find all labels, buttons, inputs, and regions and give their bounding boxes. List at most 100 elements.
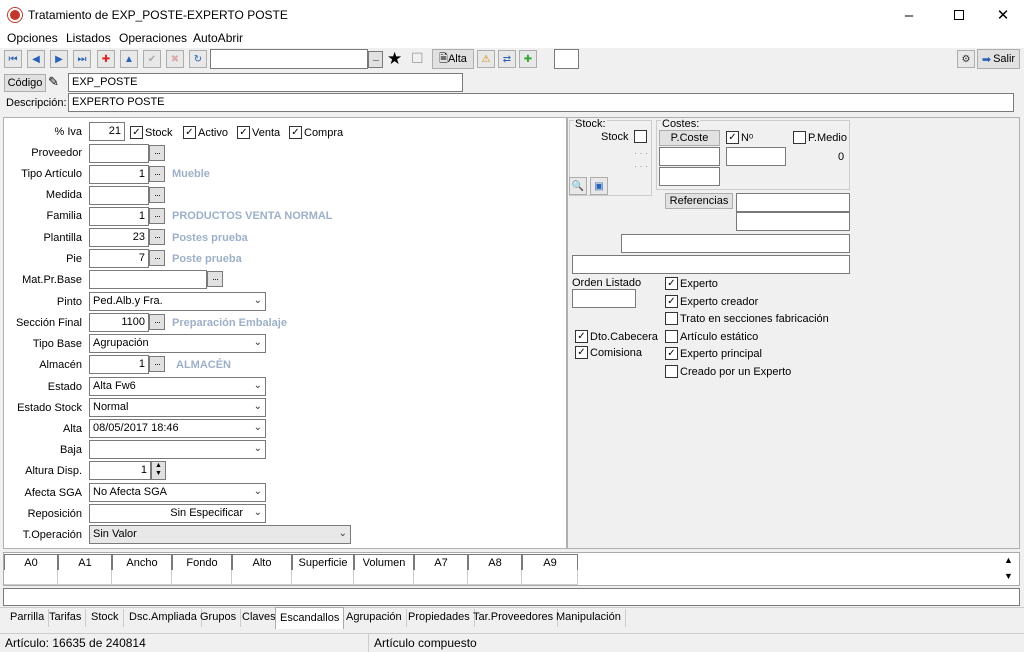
tab-stock[interactable]: Stock [87,609,124,627]
tab-escandallos[interactable]: Escandallos [275,607,345,629]
grid-header-ancho[interactable]: Ancho [112,554,172,571]
pcoste-field[interactable] [659,147,720,166]
n-checkbox[interactable]: ✓ [726,131,739,144]
pmedio-checkbox[interactable] [793,131,806,144]
estado-select[interactable]: Alta Fw6 ⌄ [89,377,266,396]
favorite-star-icon[interactable]: ★ [387,49,402,69]
experto-creador-checkbox[interactable]: ✓ [665,295,678,308]
prev-record-icon[interactable]: ◀ [27,50,45,68]
stock-right-checkbox[interactable] [634,130,647,143]
referencias-field-2[interactable] [736,212,850,231]
trato-secciones-checkbox[interactable] [665,312,678,325]
grid-header-a1[interactable]: A1 [58,554,112,571]
menu-opciones[interactable]: Opciones [7,31,58,45]
n-field[interactable] [726,147,786,166]
descripcion-field[interactable]: EXPERTO POSTE [68,93,1014,112]
creado-experto-checkbox[interactable] [665,365,678,378]
codigo-field[interactable]: EXP_POSTE [68,73,463,92]
altura-field[interactable]: 1 [89,461,151,480]
grid-cell[interactable] [112,570,172,585]
cancel-icon[interactable]: ✖ [166,50,184,68]
pcoste-button[interactable]: P.Coste [659,130,720,146]
grid-header-volumen[interactable]: Volumen [354,554,414,571]
comisiona-checkbox[interactable]: ✓ [575,346,588,359]
scroll-up-icon[interactable]: ▲ [1004,555,1013,565]
grid-cell[interactable] [58,570,112,585]
confirm-icon[interactable]: ✔ [143,50,161,68]
edit-icon[interactable]: ✎ [48,74,59,90]
grid-header-superficie[interactable]: Superficie [292,554,354,571]
bookmark-icon[interactable]: ☐ [411,50,424,67]
plantilla-dots-button[interactable]: ··· [149,229,165,245]
alta-date-select[interactable]: 08/05/2017 18:46 ⌄ [89,419,266,438]
grid-header-a9[interactable]: A9 [522,554,578,571]
medida-field[interactable] [89,186,149,205]
grid-cell[interactable] [172,570,232,585]
referencias-button[interactable]: Referencias [665,193,733,209]
grid-cell[interactable] [468,570,522,585]
compra-checkbox[interactable]: ✓ [289,126,302,139]
grid-header-fondo[interactable]: Fondo [172,554,232,571]
altura-spinner[interactable]: ▲ ▼ [151,461,166,480]
almacen-field[interactable]: 1 [89,355,149,374]
search-input[interactable] [210,49,368,69]
last-record-icon[interactable]: ⏭ [73,50,91,68]
maximize-button[interactable] [936,0,982,30]
grid-header-alto[interactable]: Alto [232,554,292,571]
grid-cell[interactable] [522,570,578,585]
grid-cell[interactable] [354,570,414,585]
small-toolbar-field[interactable] [554,49,579,69]
tab-grupos[interactable]: Grupos [196,609,242,627]
salir-button[interactable]: ➡ Salir [977,49,1020,69]
familia-field[interactable]: 1 [89,207,149,226]
afecta-select[interactable]: No Afecta SGA ⌄ [89,483,266,502]
menu-autoabrir[interactable]: AutoAbrir [193,31,243,45]
pie-field[interactable]: 7 [89,249,149,268]
almacen-dots-button[interactable]: ··· [149,356,165,372]
reposicion-select[interactable]: Sin Especificar ⌄ [89,504,266,523]
add-icon[interactable]: ✚ [97,50,115,68]
refresh-icon[interactable]: ↻ [189,50,207,68]
next-record-icon[interactable]: ▶ [50,50,68,68]
tipo-articulo-dots-button[interactable]: ··· [149,166,165,182]
menu-operaciones[interactable]: Operaciones [119,31,187,45]
grid-cell[interactable] [292,570,354,585]
tab-tarifas[interactable]: Tarifas [45,609,87,627]
estadostock-select[interactable]: Normal ⌄ [89,398,266,417]
search-dots-button[interactable]: ··· [368,51,383,68]
pinto-select[interactable]: Ped.Alb.y Fra. ⌄ [89,292,266,311]
experto-principal-checkbox[interactable]: ✓ [665,347,678,360]
grid-cell[interactable] [414,570,468,585]
familia-dots-button[interactable]: ··· [149,208,165,224]
tab-manipulacion[interactable]: Manipulación [552,609,626,627]
articulo-estatico-checkbox[interactable] [665,330,678,343]
add-document-icon[interactable]: ✚ [519,50,537,68]
plantilla-field[interactable]: 23 [89,228,149,247]
medida-dots-button[interactable]: ··· [149,187,165,203]
seccion-dots-button[interactable]: ··· [149,314,165,330]
codigo-button[interactable]: Código [4,74,46,92]
matprbase-field[interactable] [89,270,207,289]
reference-full-field[interactable] [572,255,850,274]
scroll-down-icon[interactable]: ▼ [1004,571,1013,581]
orden-listado-field[interactable] [572,289,636,308]
tab-dsc-ampliada[interactable]: Dsc.Ampliada [125,609,202,627]
exchange-icon[interactable]: ⇄ [498,50,516,68]
first-record-icon[interactable]: ⏮ [4,50,22,68]
activo-checkbox[interactable]: ✓ [183,126,196,139]
warning-icon[interactable]: ⚠ [477,50,495,68]
close-button[interactable]: ✕ [980,0,1024,30]
toperacion-select[interactable]: Sin Valor ⌄ [89,525,351,544]
reference-wide-field[interactable] [621,234,850,253]
coste-extra-field[interactable] [659,167,720,186]
grid-header-a7[interactable]: A7 [414,554,468,571]
up-icon[interactable]: ▲ [120,50,138,68]
search-stock-icon[interactable]: 🔍 [569,177,587,195]
grid-edit-bar[interactable] [3,588,1020,606]
menu-listados[interactable]: Listados [66,31,111,45]
grid-header-a0[interactable]: A0 [4,554,58,571]
referencias-field-1[interactable] [736,193,850,212]
iva-field[interactable]: 21 [89,122,125,141]
venta-checkbox[interactable]: ✓ [237,126,250,139]
pie-dots-button[interactable]: ··· [149,250,165,266]
